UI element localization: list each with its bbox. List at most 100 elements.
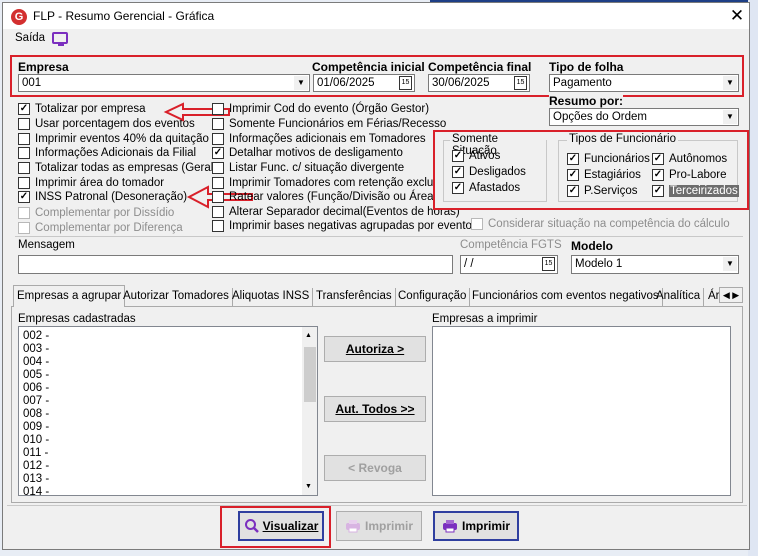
option-ratear-valores[interactable]: Ratear valores (Função/Divisão ou Área) [212, 190, 437, 204]
tab-analitica[interactable]: Analítica [653, 288, 705, 306]
list-item[interactable]: 002 - [23, 330, 49, 343]
list-item[interactable]: 006 - [23, 382, 49, 395]
option-totalizar-todas[interactable]: Totalizar todas as empresas (Geral) [18, 161, 217, 175]
mensagem-input[interactable] [18, 255, 453, 274]
checkbox[interactable] [18, 222, 30, 234]
checkbox[interactable]: ✓ [567, 153, 579, 165]
option-eventos-40[interactable]: Imprimir eventos 40% da quitação [18, 132, 209, 146]
list-item[interactable]: 013 - [23, 473, 49, 486]
tipo-estagiarios[interactable]: ✓ Estagiários [567, 168, 641, 182]
checkbox[interactable] [212, 177, 224, 189]
list-item[interactable]: 008 - [23, 408, 49, 421]
menu-item-saida[interactable]: Saída [15, 32, 45, 44]
checkbox[interactable] [212, 103, 224, 115]
tab-transferencias[interactable]: Transferências [313, 288, 396, 306]
checkbox[interactable] [471, 218, 483, 230]
modelo-select[interactable]: Modelo 1 ▼ [571, 255, 739, 274]
checkbox[interactable] [212, 162, 224, 174]
checkbox[interactable]: ✓ [18, 103, 30, 115]
checkbox[interactable]: ✓ [652, 153, 664, 165]
checkbox[interactable]: ✓ [652, 169, 664, 181]
option-listar-divergente[interactable]: Listar Func. c/ situação divergente [212, 161, 404, 175]
empresas-imprimir-list[interactable] [432, 326, 731, 496]
checkbox[interactable]: ✓ [567, 169, 579, 181]
checkbox[interactable] [212, 191, 224, 203]
option-somente-ferias[interactable]: Somente Funcionários em Férias/Recesso [212, 117, 446, 131]
chevron-down-icon[interactable]: ▼ [294, 76, 308, 90]
tab-empresas-agrupar[interactable]: Empresas a agrupar [13, 285, 126, 307]
chevron-up-icon[interactable]: ▲ [305, 332, 312, 339]
chevron-down-icon[interactable]: ▼ [723, 110, 737, 124]
checkbox[interactable] [18, 133, 30, 145]
list-item[interactable]: 012 - [23, 460, 49, 473]
list-item[interactable]: 010 - [23, 434, 49, 447]
resumo-por-select[interactable]: Opções do Ordem ▼ [549, 108, 739, 126]
imprimir-disabled-button[interactable]: Imprimir [336, 511, 422, 541]
checkbox[interactable]: ✓ [18, 191, 30, 203]
list-item[interactable]: 014 - [23, 486, 49, 495]
checkbox[interactable] [18, 207, 30, 219]
checkbox[interactable] [18, 177, 30, 189]
tipo-folha-select[interactable]: Pagamento ▼ [549, 74, 739, 92]
situacao-afastados[interactable]: ✓ Afastados [452, 181, 520, 195]
checkbox[interactable]: ✓ [452, 150, 464, 162]
checkbox[interactable] [18, 162, 30, 174]
checkbox[interactable] [212, 118, 224, 130]
empresa-select[interactable]: 001 ▼ [18, 74, 310, 92]
visualizar-button[interactable]: Visualizar [238, 511, 324, 541]
option-info-filial[interactable]: Informações Adicionais da Filial [18, 146, 196, 160]
tab-autorizar-tomadores[interactable]: Autorizar Tomadores [120, 288, 233, 306]
option-tomadores-retencao[interactable]: Imprimir Tomadores com retenção exclusiv… [212, 176, 454, 190]
checkbox[interactable]: ✓ [652, 185, 664, 197]
option-considerar-situacao[interactable]: Considerar situação na competência do cá… [471, 217, 730, 231]
option-info-tomadores[interactable]: Informações adicionais em Tomadores [212, 132, 426, 146]
chevron-down-icon[interactable]: ▼ [305, 483, 312, 490]
scrollbar[interactable]: ▲ ▼ [302, 327, 317, 495]
checkbox[interactable]: ✓ [452, 182, 464, 194]
list-item[interactable]: 011 - [23, 447, 48, 460]
option-area-tomador[interactable]: Imprimir área do tomador [18, 176, 164, 190]
checkbox[interactable] [18, 118, 30, 130]
option-complementar-dissidio[interactable]: Complementar por Dissídio [18, 206, 174, 220]
list-item[interactable]: 009 - [23, 421, 49, 434]
tab-aliquotas-inss[interactable]: Aliquotas INSS [229, 288, 314, 306]
option-complementar-diferenca[interactable]: Complementar por Diferença [18, 221, 183, 235]
tipo-autonomos[interactable]: ✓ Autônomos [652, 152, 727, 166]
option-totalizar-empresa[interactable]: ✓ Totalizar por empresa [18, 102, 146, 116]
autoriza-button[interactable]: Autoriza > [324, 336, 426, 362]
tipo-terceirizados[interactable]: ✓ Terceirizados [652, 184, 739, 198]
imprimir-button[interactable]: Imprimir [433, 511, 519, 541]
option-imprimir-cod-evento[interactable]: Imprimir Cod do evento (Órgão Gestor) [212, 102, 429, 116]
tab-funcionarios-eventos-negativos[interactable]: Funcionários com eventos negativos [469, 288, 663, 306]
option-bases-negativas[interactable]: Imprimir bases negativas agrupadas por e… [212, 219, 472, 233]
tipo-funcionarios[interactable]: ✓ Funcionários [567, 152, 650, 166]
competencia-inicial-field[interactable]: 01/06/2025 15 [313, 74, 415, 92]
list-item[interactable]: 007 - [23, 395, 49, 408]
checkbox[interactable] [18, 147, 30, 159]
checkbox[interactable] [212, 220, 224, 232]
option-inss-patronal[interactable]: ✓ INSS Patronal (Desoneração) [18, 190, 187, 204]
empresas-cadastradas-list[interactable]: 002 - 003 - 004 - 005 - 006 - 007 - 008 … [18, 326, 318, 496]
tipo-pservicos[interactable]: ✓ P.Serviços [567, 184, 637, 198]
autorizar-todos-button[interactable]: Aut. Todos >> [324, 396, 426, 422]
competencia-fgts-field[interactable]: / / 15 [460, 255, 558, 274]
situacao-ativos[interactable]: ✓ Ativos [452, 149, 500, 163]
checkbox[interactable] [212, 206, 224, 218]
checkbox[interactable]: ✓ [452, 166, 464, 178]
calendar-icon[interactable]: 15 [399, 76, 412, 90]
chevron-down-icon[interactable]: ▼ [723, 76, 737, 90]
calendar-icon[interactable]: 15 [542, 257, 555, 271]
list-item[interactable]: 003 - [23, 343, 49, 356]
option-detalhar-motivos[interactable]: ✓ Detalhar motivos de desligamento [212, 146, 403, 160]
close-icon[interactable]: ✕ [727, 5, 747, 27]
list-item[interactable]: 005 - [23, 369, 49, 382]
checkbox[interactable]: ✓ [212, 147, 224, 159]
scrollbar-thumb[interactable] [304, 347, 316, 402]
revoga-button[interactable]: < Revoga [324, 455, 426, 481]
checkbox[interactable] [212, 133, 224, 145]
list-item[interactable]: 004 - [23, 356, 49, 369]
situacao-desligados[interactable]: ✓ Desligados [452, 165, 526, 179]
tipo-pro-labore[interactable]: ✓ Pro-Labore [652, 168, 727, 182]
checkbox[interactable]: ✓ [567, 185, 579, 197]
competencia-final-field[interactable]: 30/06/2025 15 [428, 74, 530, 92]
